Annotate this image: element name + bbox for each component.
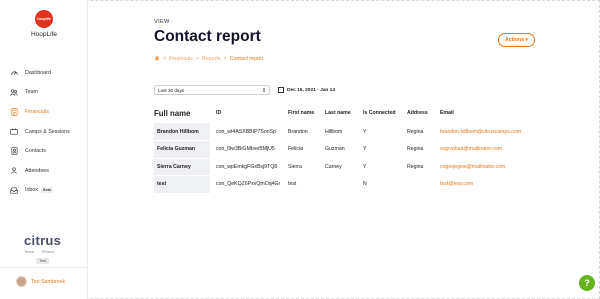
date-range-display[interactable]: Dec 15, 2021 - Jan 14	[278, 87, 335, 93]
user-profile[interactable]: Tori Sambrook	[16, 276, 65, 287]
privacy-link[interactable]: Privacy	[42, 250, 54, 254]
sidebar: hooplife HoopLife Dashboard Team Financi…	[0, 0, 88, 299]
column-header-email[interactable]: Email	[440, 103, 530, 123]
breadcrumb: > Financials > Reports > Contact report	[154, 55, 263, 63]
help-button[interactable]: ?	[579, 275, 595, 291]
sidebar-item-label: Attendees	[25, 167, 49, 174]
table-row[interactable]: Brandon Hillbom con_wt4ASXBBIP7SonSp Bra…	[154, 123, 530, 141]
cell-is-connected: Y	[363, 146, 367, 153]
home-icon[interactable]	[154, 55, 160, 63]
sidebar-item-label: Dashboard	[25, 69, 51, 76]
logo-badge: hooplife	[35, 10, 53, 28]
sidebar-item-label: Contacts	[25, 148, 46, 155]
cell-last-name: Carney	[325, 163, 342, 170]
cell-last-name: Guzman	[325, 146, 345, 153]
app-logo[interactable]: hooplife HoopLife	[0, 10, 88, 38]
inbox-icon	[10, 186, 18, 194]
cell-is-connected: Y	[363, 163, 367, 170]
contacts-icon	[10, 147, 18, 155]
cell-full-name: Brandon Hillbom	[154, 123, 210, 141]
sidebar-item-inbox[interactable]: Inbox Beta	[0, 181, 88, 201]
actions-button[interactable]: Actions ▾	[498, 33, 535, 47]
cell-id: con_l9w3BiGMbveBMjU5	[216, 146, 275, 153]
breadcrumb-current: Contact report	[229, 56, 264, 62]
citrus-logo: citrus	[24, 233, 62, 248]
breadcrumb-reports[interactable]: Reports	[202, 56, 221, 62]
table-row[interactable]: Felicia Guzman con_l9w3BiGMbveBMjU5 Feli…	[154, 140, 530, 159]
date-range-text: Dec 15, 2021 - Jan 14	[287, 87, 336, 93]
sidebar-divider	[0, 267, 88, 268]
financials-icon	[10, 108, 18, 116]
cell-email-link[interactable]: cegeqegew@mailinator.com	[440, 158, 530, 176]
sidebar-item-camps-sessions[interactable]: Camps & Sessions	[0, 122, 88, 142]
column-header-is-connected[interactable]: Is Connected	[363, 103, 407, 123]
page-title: Contact report	[154, 28, 261, 45]
cell-full-name: test	[154, 175, 210, 194]
sidebar-item-label: Financials	[25, 108, 49, 115]
page-eyebrow: VIEW	[154, 19, 170, 25]
main-content: VIEW Contact report Actions ▾ > Financia…	[88, 0, 600, 299]
logo-text: HoopLife	[30, 31, 58, 38]
cell-first-name: Felicia	[288, 146, 303, 153]
cell-id: con_wpEmkgFGxBsj9TQ8	[216, 163, 278, 170]
cell-address: Regina	[407, 128, 424, 135]
table-header-row: Full name ID First name Last name Is Con…	[154, 103, 530, 123]
contact-table: Full name ID First name Last name Is Con…	[154, 103, 530, 194]
cell-id: con_wt4ASXBBIP7SonSp	[216, 128, 276, 135]
cell-id: con_QeKQZ6PxvQmOq4Gr	[216, 181, 281, 188]
attendees-icon	[10, 167, 18, 175]
sidebar-nav: Dashboard Team Financials Camps & Sessio…	[0, 63, 88, 200]
cell-email-link[interactable]: brandon.hillbom@citruscamps.com	[440, 123, 530, 141]
breadcrumb-financials[interactable]: Financials	[169, 56, 193, 62]
breadcrumb-separator: >	[223, 56, 227, 62]
terms-link[interactable]: Terms	[24, 250, 34, 254]
sidebar-item-label: Camps & Sessions	[25, 128, 70, 135]
cell-address: Regina	[407, 163, 424, 170]
date-range-select-value: Last 30 days	[158, 87, 185, 93]
cell-is-connected: N	[363, 181, 367, 188]
cell-email-link[interactable]: test@test.com	[440, 176, 530, 194]
sidebar-item-dashboard[interactable]: Dashboard	[0, 63, 88, 83]
cell-is-connected: Y	[363, 128, 367, 135]
cell-address: Regina	[407, 146, 424, 153]
sidebar-item-contacts[interactable]: Contacts	[0, 141, 88, 161]
calendar-icon	[278, 87, 284, 93]
cell-address	[407, 176, 440, 194]
dashboard-icon	[10, 69, 18, 77]
column-header-full-name[interactable]: Full name	[154, 103, 210, 123]
table-row[interactable]: test con_QeKQZ6PxvQmOq4Gr test N test@te…	[154, 175, 530, 194]
select-arrows-icon	[262, 87, 266, 94]
column-header-id[interactable]: ID	[210, 103, 288, 123]
cell-full-name: Felicia Guzman	[154, 140, 210, 159]
breadcrumb-separator: >	[163, 56, 167, 62]
cell-full-name: Sierra Carney	[154, 158, 210, 176]
column-header-last-name[interactable]: Last name	[325, 103, 363, 123]
sidebar-item-label: Team	[25, 89, 38, 96]
cell-first-name: test	[288, 181, 297, 188]
table-row[interactable]: Sierra Carney con_wpEmkgFGxBsj9TQ8 Sierr…	[154, 158, 530, 176]
date-range-select[interactable]: Last 30 days	[154, 85, 270, 95]
team-icon	[10, 88, 18, 96]
cell-last-name	[325, 176, 363, 194]
sidebar-item-attendees[interactable]: Attendees	[0, 161, 88, 181]
cell-first-name: Brandon	[288, 128, 308, 135]
environment-badge: Test	[36, 258, 49, 264]
cell-last-name: Hillbom	[325, 128, 343, 135]
sidebar-item-financials[interactable]: Financials	[0, 102, 88, 122]
logo-badge-text: hooplife	[37, 17, 51, 21]
sidebar-item-label: Inbox	[25, 187, 38, 194]
camps-icon	[10, 128, 18, 136]
filter-row: Last 30 days Dec 15, 2021 - Jan 14	[154, 85, 335, 95]
user-name: Tori Sambrook	[31, 278, 66, 285]
legal-separator: ·	[37, 250, 39, 254]
column-header-first-name[interactable]: First name	[288, 103, 325, 123]
sidebar-item-team[interactable]: Team	[0, 83, 88, 103]
beta-badge: Beta	[40, 187, 53, 194]
avatar	[16, 276, 27, 287]
column-header-address[interactable]: Address	[407, 103, 440, 123]
cell-first-name: Sierra	[288, 163, 302, 170]
breadcrumb-separator: >	[195, 56, 200, 62]
cell-email-link[interactable]: sojyvahad@mailinator.com	[440, 141, 530, 159]
legal-links: Terms · Privacy	[24, 250, 56, 254]
